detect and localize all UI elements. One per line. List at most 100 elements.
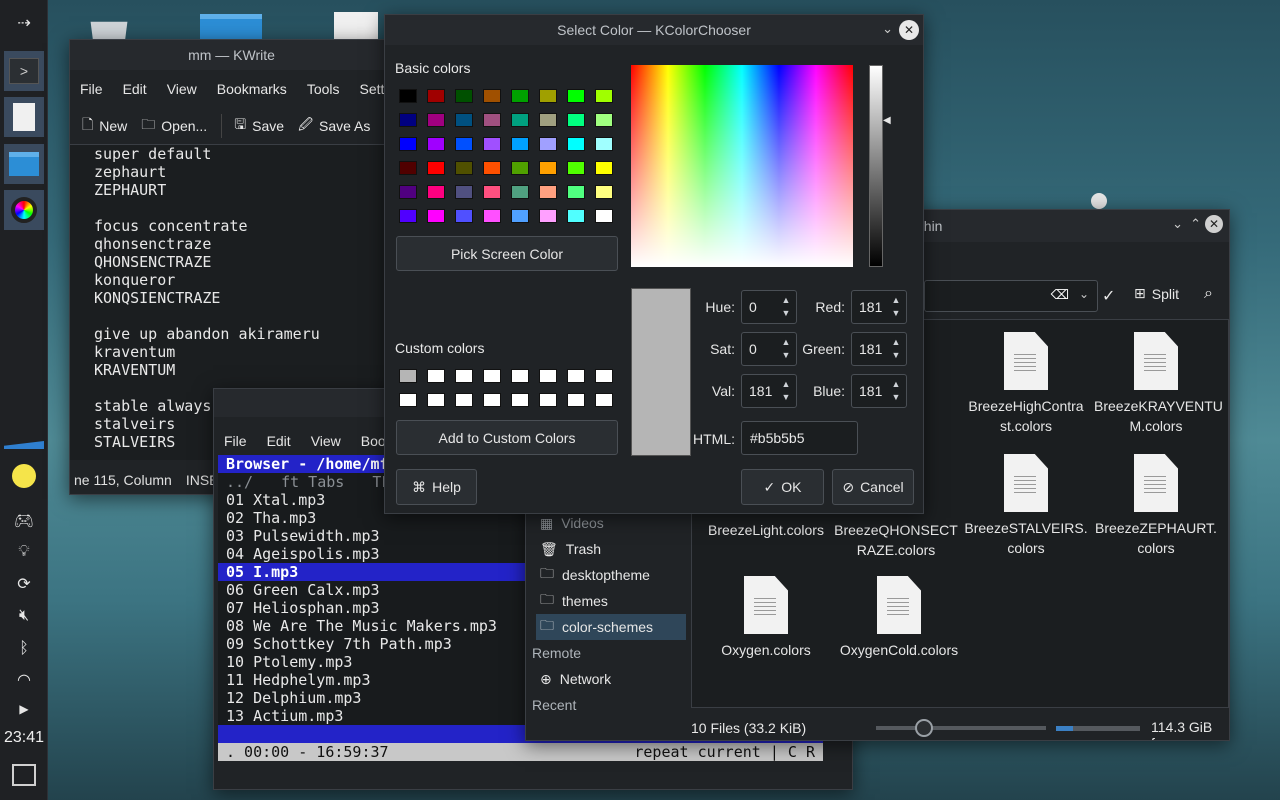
- spin-arrows-icon[interactable]: ▲ ▼: [780, 378, 792, 404]
- document-desktop-icon[interactable]: [334, 12, 378, 40]
- help-button[interactable]: ⌘ Help: [396, 469, 477, 505]
- basic-color-swatch[interactable]: [567, 137, 585, 151]
- custom-color-swatch[interactable]: [455, 393, 473, 407]
- basic-color-swatch[interactable]: [567, 185, 585, 199]
- basic-color-swatch[interactable]: [511, 185, 529, 199]
- night-color-icon[interactable]: [0, 462, 48, 490]
- spin-arrows-icon[interactable]: ▲ ▼: [890, 336, 902, 362]
- custom-color-swatch[interactable]: [483, 369, 501, 383]
- red-spinbox[interactable]: 181 ▲ ▼: [851, 290, 907, 324]
- menu-file[interactable]: File: [70, 81, 113, 97]
- custom-color-swatch[interactable]: [427, 393, 445, 407]
- close-icon[interactable]: ✕: [1205, 215, 1223, 233]
- zoom-slider[interactable]: [876, 719, 1046, 737]
- custom-color-swatch[interactable]: [483, 393, 501, 407]
- close-icon[interactable]: ✕: [899, 20, 919, 40]
- basic-color-swatch[interactable]: [455, 185, 473, 199]
- custom-color-swatch[interactable]: [455, 369, 473, 383]
- green-spinbox[interactable]: 181 ▲ ▼: [851, 332, 907, 366]
- dolphin-task-button[interactable]: [4, 144, 44, 184]
- basic-color-swatch[interactable]: [455, 209, 473, 223]
- history-dropdown-icon[interactable]: ⌄: [1079, 287, 1089, 301]
- value-slider[interactable]: [869, 65, 883, 267]
- place-network[interactable]: ⊕ Network: [526, 666, 686, 692]
- basic-color-swatch[interactable]: [567, 113, 585, 127]
- menu-file[interactable]: File: [214, 433, 257, 449]
- home-folder-desktop-icon[interactable]: [200, 14, 262, 40]
- dialog-titlebar[interactable]: Select Color — KColorChooser: [385, 15, 923, 45]
- basic-color-swatch[interactable]: [595, 209, 613, 223]
- search-icon[interactable]: ⌕: [1204, 285, 1213, 303]
- kcolorchooser-task-button[interactable]: [4, 190, 44, 230]
- place-themes[interactable]: 🗀︎ themes: [526, 588, 686, 614]
- place-desktoptheme[interactable]: 🗀︎ desktoptheme: [526, 562, 686, 588]
- trash-desktop-icon[interactable]: [90, 21, 128, 40]
- custom-color-swatch[interactable]: [399, 369, 417, 383]
- custom-color-swatch[interactable]: [511, 369, 529, 383]
- custom-color-swatch[interactable]: [595, 393, 613, 407]
- basic-color-swatch[interactable]: [595, 89, 613, 103]
- kwrite-task-button[interactable]: [4, 97, 44, 137]
- basic-color-swatch[interactable]: [483, 209, 501, 223]
- basic-color-swatch[interactable]: [511, 209, 529, 223]
- basic-color-swatch[interactable]: [539, 209, 557, 223]
- file-item[interactable]: BreezeLight.colors: [704, 520, 828, 540]
- basic-color-swatch[interactable]: [483, 137, 501, 151]
- wifi-icon[interactable]: ◠: [0, 665, 48, 693]
- expand-tray-icon[interactable]: ▶: [0, 695, 48, 723]
- basic-color-swatch[interactable]: [427, 161, 445, 175]
- custom-color-swatch[interactable]: [567, 393, 585, 407]
- new-button[interactable]: 🗋︎ New: [82, 114, 127, 138]
- basic-color-swatch[interactable]: [567, 209, 585, 223]
- spin-arrows-icon[interactable]: ▲ ▼: [780, 336, 792, 362]
- basic-color-swatch[interactable]: [539, 113, 557, 127]
- file-item[interactable]: BreezeSTALVEIRS. colors: [964, 454, 1088, 558]
- add-to-custom-colors-button[interactable]: Add to Custom Colors: [396, 420, 618, 455]
- save-as-button[interactable]: 🖉︎ Save As: [298, 114, 370, 138]
- hue-saturation-picker[interactable]: [631, 65, 853, 267]
- place-color-schemes[interactable]: 🗀︎ color-schemes: [536, 614, 686, 640]
- desktop-widget-handle[interactable]: [1091, 193, 1107, 209]
- basic-color-swatch[interactable]: [399, 137, 417, 151]
- basic-color-swatch[interactable]: [399, 185, 417, 199]
- basic-color-swatch[interactable]: [483, 161, 501, 175]
- val-spinbox[interactable]: 181 ▲ ▼: [741, 374, 797, 408]
- custom-color-swatch[interactable]: [511, 393, 529, 407]
- basic-color-swatch[interactable]: [595, 161, 613, 175]
- basic-color-swatch[interactable]: [483, 185, 501, 199]
- custom-color-swatch[interactable]: [427, 369, 445, 383]
- save-button[interactable]: 🖫︎ Save: [221, 114, 284, 138]
- zoom-slider-handle[interactable]: [914, 719, 933, 737]
- basic-color-swatch[interactable]: [567, 161, 585, 175]
- sat-spinbox[interactable]: 0 ▲ ▼: [741, 332, 797, 366]
- menu-bookmarks[interactable]: Bookmarks: [207, 81, 297, 97]
- basic-color-swatch[interactable]: [539, 185, 557, 199]
- konsole-task-button[interactable]: >: [4, 51, 44, 91]
- spin-arrows-icon[interactable]: ▲ ▼: [890, 294, 902, 320]
- basic-color-swatch[interactable]: [539, 161, 557, 175]
- file-item[interactable]: BreezeQHONSECT RAZE.colors: [834, 520, 958, 560]
- custom-color-swatch[interactable]: [567, 369, 585, 383]
- basic-color-swatch[interactable]: [511, 89, 529, 103]
- pick-screen-color-button[interactable]: Pick Screen Color: [396, 236, 618, 271]
- basic-color-swatch[interactable]: [511, 137, 529, 151]
- kwrite-titlebar[interactable]: mm — KWrite: [70, 40, 393, 70]
- speaker-muted-icon[interactable]: 🔇︎: [0, 601, 48, 629]
- maximize-icon[interactable]: ⌃: [1190, 216, 1201, 232]
- custom-color-swatch[interactable]: [399, 393, 417, 407]
- basic-color-swatch[interactable]: [427, 113, 445, 127]
- custom-color-swatch[interactable]: [539, 393, 557, 407]
- menu-tools[interactable]: Tools: [297, 81, 350, 97]
- basic-color-swatch[interactable]: [455, 137, 473, 151]
- clock[interactable]: 23:41: [0, 729, 48, 747]
- location-bar[interactable]: ⌫ ⌄: [924, 280, 1098, 312]
- place-trash[interactable]: 🗑︎ Trash: [526, 536, 686, 562]
- file-item[interactable]: BreezeZEPHAURT. colors: [1094, 454, 1218, 558]
- basic-color-swatch[interactable]: [595, 113, 613, 127]
- basic-color-swatch[interactable]: [511, 113, 529, 127]
- bluetooth-icon[interactable]: ᛒ: [0, 633, 48, 661]
- basic-color-swatch[interactable]: [455, 161, 473, 175]
- custom-color-swatch[interactable]: [595, 369, 613, 383]
- hue-spinbox[interactable]: 0 ▲ ▼: [741, 290, 797, 324]
- menu-view[interactable]: View: [157, 81, 207, 97]
